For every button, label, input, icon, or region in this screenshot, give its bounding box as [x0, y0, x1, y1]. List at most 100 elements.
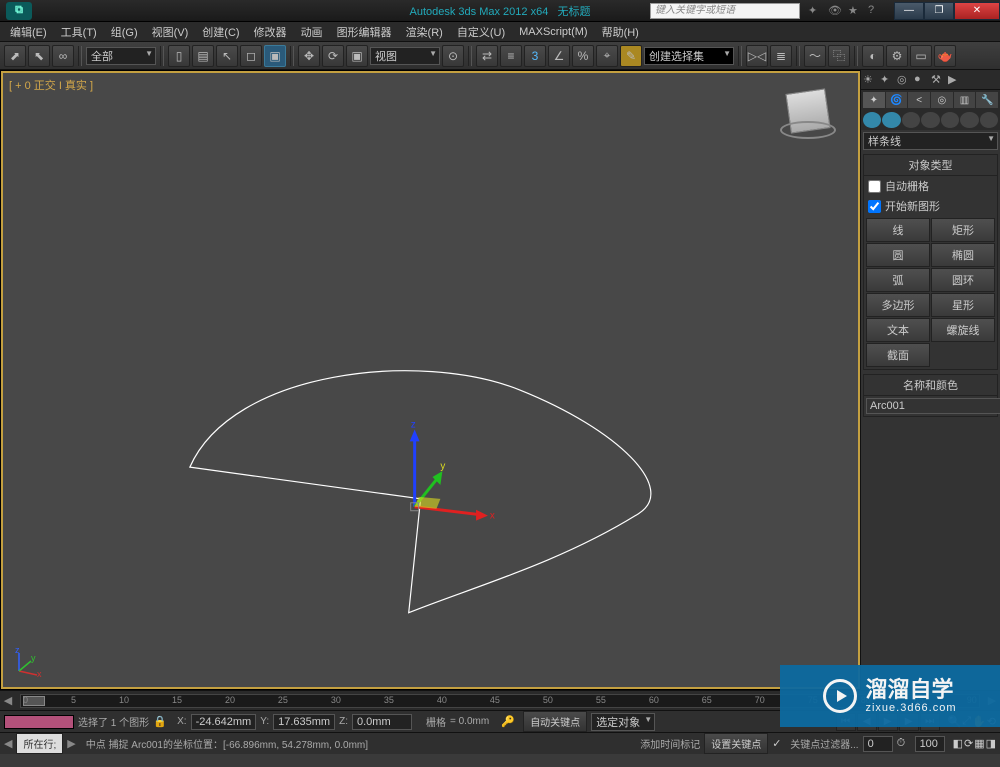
- key-filter-icon[interactable]: ✓: [772, 737, 786, 750]
- tab-motion[interactable]: ◎: [931, 92, 953, 108]
- render-setup-icon[interactable]: ⚙: [886, 45, 908, 67]
- tab-create[interactable]: ✦: [863, 92, 885, 108]
- coord-y[interactable]: 17.635mm: [273, 714, 335, 730]
- menu-views[interactable]: 视图(V): [146, 22, 195, 42]
- shape-category-dropdown[interactable]: 样条线: [863, 132, 998, 150]
- link-icon[interactable]: ∞: [52, 45, 74, 67]
- target-icon[interactable]: ◎: [897, 73, 911, 87]
- menu-customize[interactable]: 自定义(U): [451, 22, 511, 42]
- schematic-view-icon[interactable]: ⿻: [828, 45, 850, 67]
- wand-icon[interactable]: ✦: [880, 73, 894, 87]
- named-selection-dropdown[interactable]: 创建选择集: [644, 47, 734, 65]
- key-target-dropdown[interactable]: 选定对象: [591, 713, 655, 731]
- redo-link-icon[interactable]: ⬉: [28, 45, 50, 67]
- btn-star[interactable]: 星形: [931, 293, 995, 317]
- tab-utilities[interactable]: 🔧: [976, 92, 998, 108]
- mirror-icon[interactable]: ⇄: [476, 45, 498, 67]
- pivot-center-icon[interactable]: ⊙: [442, 45, 464, 67]
- coord-z[interactable]: 0.0mm: [352, 714, 412, 730]
- vp-min-icon[interactable]: ◨: [986, 737, 996, 750]
- tab-hierarchy[interactable]: <: [908, 92, 930, 108]
- material-editor-icon[interactable]: ◐: [862, 45, 884, 67]
- time-left-icon[interactable]: ◀: [0, 694, 16, 707]
- btn-helix[interactable]: 螺旋线: [931, 318, 995, 342]
- arc-spline[interactable]: [190, 371, 651, 613]
- rollup-name-color-title[interactable]: 名称和颜色: [864, 375, 997, 396]
- btn-donut[interactable]: 圆环: [931, 268, 995, 292]
- help-icon[interactable]: ?: [868, 4, 882, 18]
- layer-manager-icon[interactable]: ≣: [770, 45, 792, 67]
- angle-snap-icon[interactable]: ∠: [548, 45, 570, 67]
- window-crossing-icon[interactable]: ▣: [264, 45, 286, 67]
- close-button[interactable]: ✕: [954, 2, 1000, 20]
- vp-max-icon[interactable]: ▦: [974, 737, 984, 750]
- move-icon[interactable]: ✥: [298, 45, 320, 67]
- hammer-icon[interactable]: ⚒: [931, 73, 945, 87]
- edit-named-sel-icon[interactable]: ✎: [620, 45, 642, 67]
- rendered-frame-icon[interactable]: ▭: [910, 45, 932, 67]
- btn-rectangle[interactable]: 矩形: [931, 218, 995, 242]
- perspective-viewport[interactable]: [ + 0 正交 I 真实 ] z y x: [1, 71, 860, 689]
- cat-systems-icon[interactable]: [980, 112, 998, 128]
- snap-toggle-icon[interactable]: 3: [524, 45, 546, 67]
- align-icon[interactable]: ≡: [500, 45, 522, 67]
- select-arrow-icon[interactable]: ↖: [216, 45, 238, 67]
- key-filter-button[interactable]: 关键点过滤器...: [790, 736, 858, 751]
- percent-snap-icon[interactable]: %: [572, 45, 594, 67]
- menu-help[interactable]: 帮助(H): [596, 22, 645, 42]
- star-icon[interactable]: ★: [848, 4, 862, 18]
- cat-shapes-icon[interactable]: [882, 112, 900, 128]
- cat-geometry-icon[interactable]: [863, 112, 881, 128]
- viewcube[interactable]: [778, 83, 838, 143]
- coord-x[interactable]: -24.642mm: [191, 714, 257, 730]
- tab-display[interactable]: ▥: [954, 92, 976, 108]
- rollup-object-type-title[interactable]: 对象类型: [864, 155, 997, 176]
- btn-ngon[interactable]: 多边形: [866, 293, 930, 317]
- viewport-label[interactable]: [ + 0 正交 I 真实 ]: [9, 77, 93, 93]
- undo-link-icon[interactable]: ⬈: [4, 45, 26, 67]
- menu-animation[interactable]: 动画: [295, 22, 329, 42]
- time-config-icon[interactable]: ⏱: [897, 737, 911, 750]
- cat-cameras-icon[interactable]: [921, 112, 939, 128]
- btn-ellipse[interactable]: 椭圆: [931, 243, 995, 267]
- autogrid-checkbox[interactable]: [868, 180, 881, 193]
- viewcube-ring-icon[interactable]: [780, 121, 836, 139]
- selection-set-dropdown[interactable]: 全部: [86, 47, 156, 65]
- vp-fov-icon[interactable]: ◧: [953, 737, 963, 750]
- btn-circle[interactable]: 圆: [866, 243, 930, 267]
- help-search-input[interactable]: 键入关键字或短语: [650, 3, 800, 19]
- select-by-name-icon[interactable]: ▤: [192, 45, 214, 67]
- minimize-button[interactable]: —: [894, 2, 924, 20]
- btn-line[interactable]: 线: [866, 218, 930, 242]
- sphere-icon[interactable]: ●: [914, 73, 928, 87]
- ref-coord-dropdown[interactable]: 视图: [370, 47, 440, 65]
- curve-editor-icon[interactable]: 〜: [804, 45, 826, 67]
- object-name-input[interactable]: [866, 398, 1000, 414]
- set-key-button[interactable]: 设置关键点: [704, 733, 768, 754]
- auto-key-button[interactable]: 自动关键点: [523, 711, 587, 732]
- btn-section[interactable]: 截面: [866, 343, 930, 367]
- render-production-icon[interactable]: 🫖: [934, 45, 956, 67]
- end-frame[interactable]: 100: [915, 736, 945, 752]
- select-object-icon[interactable]: ▯: [168, 45, 190, 67]
- menu-rendering[interactable]: 渲染(R): [400, 22, 449, 42]
- triangle-icon[interactable]: ▶: [948, 73, 962, 87]
- menu-modifiers[interactable]: 修改器: [248, 22, 293, 42]
- menu-tools[interactable]: 工具(T): [55, 22, 103, 42]
- menu-graph-editors[interactable]: 图形编辑器: [331, 22, 398, 42]
- menu-edit[interactable]: 编辑(E): [4, 22, 53, 42]
- tab-modify[interactable]: 🌀: [886, 92, 908, 108]
- vp-roll-icon[interactable]: ⟳: [964, 737, 973, 750]
- scale-icon[interactable]: ▣: [346, 45, 368, 67]
- menu-create[interactable]: 创建(C): [196, 22, 245, 42]
- time-tag-button[interactable]: 添加时间标记: [640, 736, 700, 751]
- btn-text[interactable]: 文本: [866, 318, 930, 342]
- menu-maxscript[interactable]: MAXScript(M): [513, 24, 593, 40]
- menu-group[interactable]: 组(G): [105, 22, 144, 42]
- maximize-button[interactable]: ❐: [924, 2, 954, 20]
- cat-spacewarps-icon[interactable]: [960, 112, 978, 128]
- cat-lights-icon[interactable]: [902, 112, 920, 128]
- lock-icon[interactable]: 🔒: [153, 715, 167, 729]
- select-region-icon[interactable]: ◻: [240, 45, 262, 67]
- row-label-button[interactable]: 所在行;: [16, 733, 63, 754]
